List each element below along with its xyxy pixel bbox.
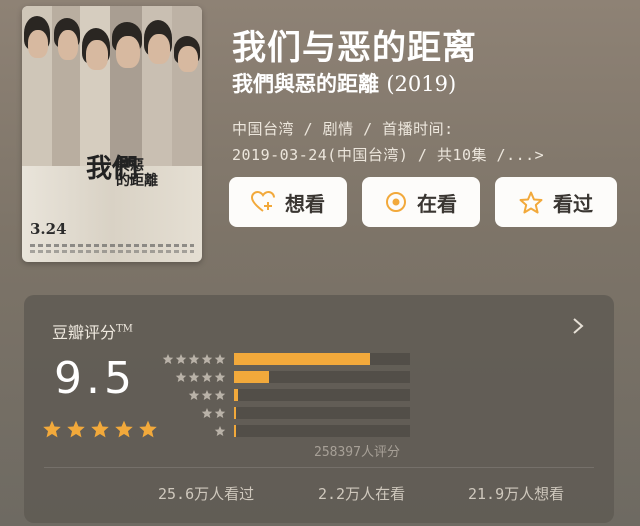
watched-count[interactable]: 25.6万人看过	[158, 483, 254, 504]
distribution-bar	[234, 371, 269, 383]
meta-info-line1: 中国台湾 / 剧情 / 首播时间:	[232, 120, 454, 138]
mini-star-icon	[162, 354, 174, 364]
want-label: 想看	[285, 191, 325, 216]
distribution-row-4-star	[154, 371, 410, 383]
original-title: 我們與惡的距離 (2019)	[232, 71, 457, 96]
distribution-row-3-star	[154, 389, 410, 401]
star-icon	[115, 420, 133, 438]
heart-plus-icon	[251, 191, 275, 212]
distribution-row-1-star	[154, 425, 410, 437]
rating-card[interactable]: 豆瓣评分TM 9.5 258397人评分 25.6万人看过 2.2万人在看 21…	[24, 295, 614, 523]
distribution-bar	[234, 353, 370, 365]
mini-star-icon	[175, 354, 187, 364]
target-circle-icon	[386, 192, 406, 212]
page-title: 我们与恶的距离	[232, 28, 477, 68]
watched-button[interactable]: 看过	[495, 177, 617, 227]
watching-label: 在看	[417, 191, 457, 216]
rating-stars	[42, 419, 158, 439]
mini-stars	[154, 425, 226, 437]
rating-label: 豆瓣评分TM	[52, 323, 133, 342]
mini-star-icon	[201, 390, 213, 400]
distribution-bar	[234, 425, 236, 437]
mini-star-icon	[214, 426, 226, 436]
watched-label: 看过	[553, 191, 593, 216]
mini-star-icon	[188, 390, 200, 400]
star-icon	[91, 420, 109, 438]
want-to-watch-button[interactable]: 想看	[229, 177, 347, 227]
mini-star-icon	[201, 354, 213, 364]
mini-stars	[154, 407, 226, 419]
divider	[44, 467, 594, 468]
star-outline-icon	[519, 191, 543, 213]
mini-stars	[154, 353, 226, 365]
distribution-bar	[234, 407, 236, 419]
poster-title: 我們 與惡 的距離	[86, 154, 158, 189]
watching-button[interactable]: 在看	[362, 177, 480, 227]
mini-star-icon	[188, 372, 200, 382]
want-count[interactable]: 21.9万人想看	[468, 483, 564, 504]
distribution-bar	[234, 389, 238, 401]
mini-star-icon	[188, 354, 200, 364]
rating-count: 258397人评分	[314, 445, 400, 460]
star-icon	[43, 420, 61, 438]
year: (2019)	[386, 72, 457, 96]
meta-info-more-link[interactable]: 2019-03-24(中国台湾) / 共10集 /...>	[232, 144, 544, 165]
mini-star-icon	[214, 408, 226, 418]
poster-credits	[30, 250, 194, 253]
rating-score: 9.5	[54, 353, 136, 404]
mini-star-icon	[214, 390, 226, 400]
star-icon	[67, 420, 85, 438]
mini-stars	[154, 389, 226, 401]
mini-star-icon	[214, 372, 226, 382]
distribution-track	[234, 425, 410, 437]
mini-star-icon	[175, 372, 187, 382]
chevron-right-icon[interactable]	[572, 317, 584, 335]
poster-date: 3.24	[30, 220, 67, 238]
distribution-track	[234, 389, 410, 401]
mini-star-icon	[214, 354, 226, 364]
distribution-row-5-star	[154, 353, 410, 365]
mini-star-icon	[201, 372, 213, 382]
distribution-row-2-star	[154, 407, 410, 419]
distribution-track	[234, 407, 410, 419]
mini-stars	[154, 371, 226, 383]
poster-credits	[30, 244, 194, 247]
poster-image[interactable]: 我們 與惡 的距離 3.24	[22, 6, 202, 262]
watching-count[interactable]: 2.2万人在看	[318, 483, 405, 504]
mini-star-icon	[201, 408, 213, 418]
